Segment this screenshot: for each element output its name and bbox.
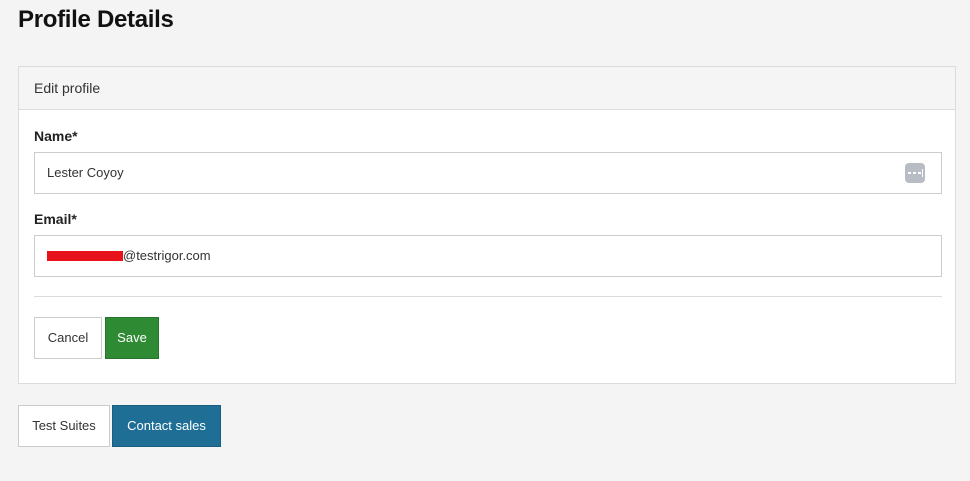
email-field-value: @testrigor.com — [123, 248, 211, 263]
password-manager-menu-icon[interactable] — [905, 163, 925, 183]
email-label: Email* — [34, 211, 77, 227]
page-title: Profile Details — [18, 6, 174, 33]
name-label: Name* — [34, 128, 78, 144]
save-button[interactable]: Save — [105, 317, 159, 359]
name-field[interactable]: Lester Coyoy — [34, 152, 942, 194]
form-divider — [34, 296, 942, 297]
panel-header: Edit profile — [19, 67, 955, 110]
email-field[interactable]: @testrigor.com — [34, 235, 942, 277]
edit-profile-panel: Edit profile Name* Lester Coyoy Email* @… — [18, 66, 956, 384]
name-field-value: Lester Coyoy — [47, 165, 124, 180]
test-suites-button[interactable]: Test Suites — [18, 405, 110, 447]
cancel-button[interactable]: Cancel — [34, 317, 102, 359]
contact-sales-button[interactable]: Contact sales — [112, 405, 221, 447]
redaction-mark — [47, 250, 123, 261]
